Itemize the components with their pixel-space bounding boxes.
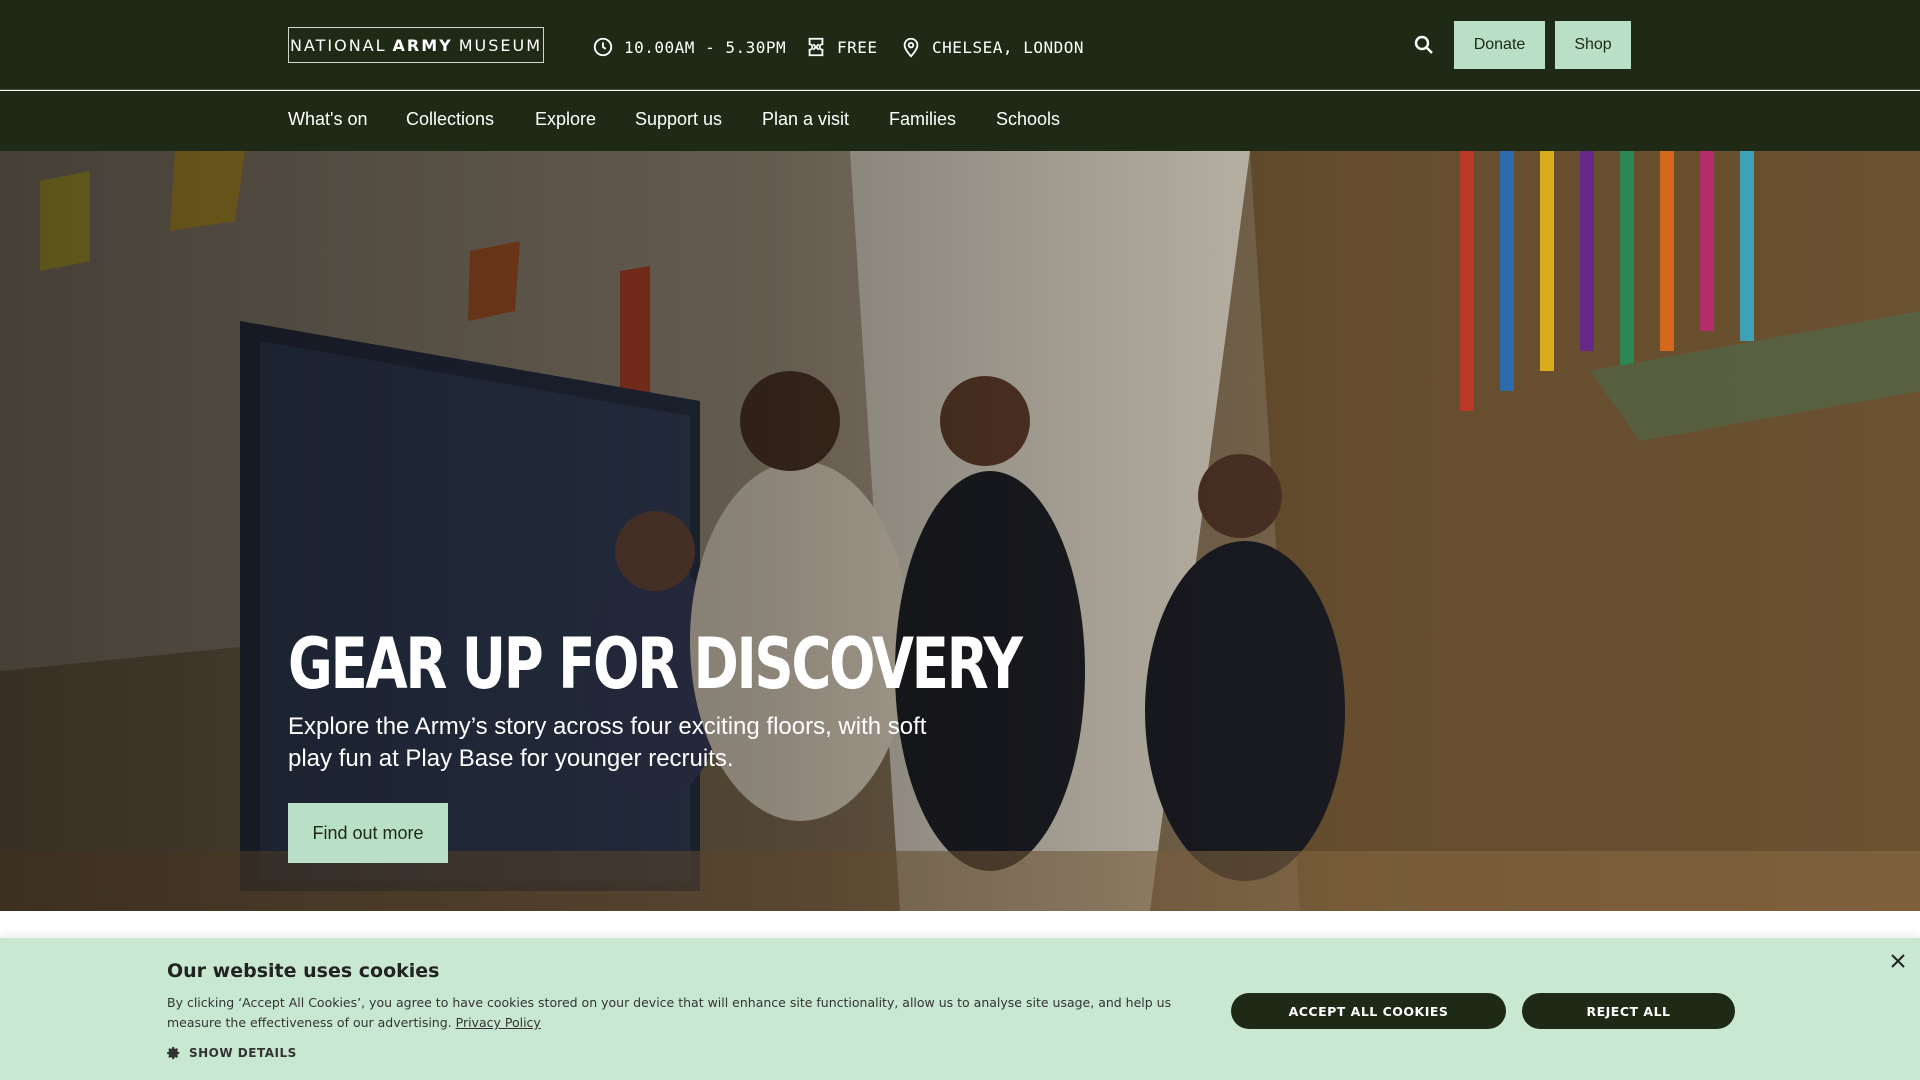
- show-details-label: SHOW DETAILS: [189, 1046, 297, 1060]
- site-logo[interactable]: NATIONAL ARMY MUSEUM: [288, 27, 544, 63]
- show-details-toggle[interactable]: SHOW DETAILS: [167, 1046, 297, 1060]
- admission-info: FREE: [805, 36, 878, 58]
- privacy-policy-link[interactable]: Privacy Policy: [456, 1015, 541, 1030]
- location-text: CHELSEA, LONDON: [932, 37, 1084, 57]
- location-info: CHELSEA, LONDON: [900, 36, 1084, 58]
- hero-description: Explore the Army’s story across four exc…: [288, 713, 927, 772]
- hero-overlay: [0, 151, 1920, 911]
- cookie-banner: Our website uses cookies By clicking ‘Ac…: [0, 938, 1920, 1080]
- logo-text-army: ARMY: [392, 35, 453, 55]
- nav-item-plan-a-visit[interactable]: Plan a visit: [762, 109, 849, 130]
- nav-item-whats-on[interactable]: What's on: [288, 109, 367, 130]
- reject-all-button[interactable]: REJECT ALL: [1522, 993, 1735, 1029]
- admission-text: FREE: [837, 37, 878, 57]
- nav-item-families[interactable]: Families: [889, 109, 956, 130]
- accept-all-cookies-button[interactable]: ACCEPT ALL COOKIES: [1231, 993, 1506, 1029]
- shop-button[interactable]: Shop: [1555, 21, 1631, 69]
- nav-item-collections[interactable]: Collections: [406, 109, 494, 130]
- logo-text-national: NATIONAL: [289, 35, 387, 55]
- cookie-banner-text: By clicking ‘Accept All Cookies’, you ag…: [167, 993, 1177, 1033]
- logo-text-museum: MUSEUM: [458, 35, 543, 55]
- main-nav: What's on Collections Explore Support us…: [0, 91, 1920, 151]
- cookie-banner-message: By clicking ‘Accept All Cookies’, you ag…: [167, 995, 1172, 1030]
- nav-item-explore[interactable]: Explore: [535, 109, 596, 130]
- find-out-more-button[interactable]: Find out more: [288, 803, 448, 863]
- nav-item-support-us[interactable]: Support us: [635, 109, 722, 130]
- ticket-icon: [808, 37, 824, 57]
- opening-hours: 10.00AM - 5.30PM: [592, 36, 786, 58]
- search-button[interactable]: [1412, 33, 1436, 57]
- search-icon: [1414, 35, 1433, 54]
- clock-icon: [593, 37, 613, 57]
- site-header: NATIONAL ARMY MUSEUM 10.00AM - 5.30PM FR…: [0, 0, 1920, 90]
- nav-item-schools[interactable]: Schools: [996, 109, 1060, 130]
- donate-button[interactable]: Donate: [1454, 21, 1545, 69]
- location-pin-icon: [903, 37, 919, 58]
- gear-icon: [167, 1046, 180, 1060]
- close-cookie-banner-button[interactable]: [1888, 951, 1908, 971]
- close-icon: [1891, 954, 1905, 968]
- hero-title: GEAR UP FOR DISCOVERY: [288, 623, 1023, 705]
- hero-banner: GEAR UP FOR DISCOVERY Explore the Army’s…: [0, 151, 1920, 911]
- cookie-banner-title: Our website uses cookies: [167, 960, 440, 982]
- opening-hours-text: 10.00AM - 5.30PM: [624, 37, 787, 57]
